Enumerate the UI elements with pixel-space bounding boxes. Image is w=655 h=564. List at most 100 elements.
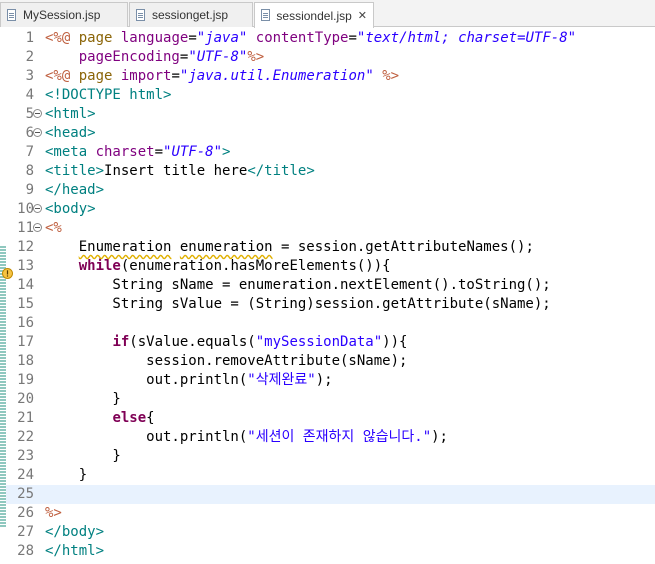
code-token: )){ (382, 334, 408, 350)
code-line[interactable]: 11 <% (0, 219, 655, 238)
code-line[interactable]: 10 <body> (0, 200, 655, 219)
code-line[interactable]: 17 if(sValue.equals("mySessionData")){ (0, 333, 655, 352)
code-token: "mySessionData" (255, 334, 383, 350)
fold-collapse-icon[interactable] (33, 204, 42, 213)
code-text: </html> (45, 542, 104, 561)
code-line[interactable]: 13 while(enumeration.hasMoreElements()){ (0, 257, 655, 276)
code-token: = (171, 68, 180, 84)
code-text: else{ (45, 409, 154, 428)
code-line[interactable]: 7 <meta charset="UTF-8"> (0, 143, 655, 162)
code-line[interactable]: 2 pageEncoding="UTF-8"%> (0, 48, 655, 67)
code-line[interactable]: 3 <%@ page import="java.util.Enumeration"… (0, 67, 655, 86)
code-token: <%@ (45, 68, 79, 84)
code-text: pageEncoding="UTF-8"%> (45, 48, 264, 67)
code-text: } (45, 447, 120, 466)
code-token: Enumeration (78, 239, 172, 255)
code-token: String sValue = (String)session.getAttri… (45, 296, 551, 312)
code-text: </body> (45, 523, 104, 542)
line-number: 6 (25, 125, 34, 141)
code-line[interactable]: 8 <title>Insert title here</title> (0, 162, 655, 181)
code-token: session.removeAttribute(sName); (45, 353, 408, 369)
code-line[interactable]: 1 <%@ page language="java" contentType="t… (0, 29, 655, 48)
code-token: language (120, 30, 189, 46)
code-line[interactable]: 4 <!DOCTYPE html> (0, 86, 655, 105)
line-number: 10 (17, 201, 34, 217)
code-line[interactable]: 19 out.println("삭제완료"); (0, 371, 655, 390)
line-number: 7 (25, 144, 34, 160)
code-token: "세션이 존재하지 않습니다." (247, 429, 432, 445)
code-token: %> (247, 49, 265, 65)
code-token: </head> (45, 182, 105, 198)
code-token: </html> (45, 543, 105, 559)
code-line[interactable]: 16 (0, 314, 655, 333)
code-line[interactable]: 14 String sName = enumeration.nextElemen… (0, 276, 655, 295)
code-token: String sName = enumeration.nextElement()… (45, 277, 551, 293)
fold-collapse-icon[interactable] (33, 223, 42, 232)
line-number: 3 (25, 68, 34, 84)
code-token: = (188, 30, 197, 46)
warning-icon[interactable] (2, 268, 13, 279)
code-text: out.println("세션이 존재하지 않습니다."); (45, 428, 448, 447)
code-token: charset (95, 144, 155, 160)
code-token: } (45, 391, 121, 407)
code-token: = (348, 30, 357, 46)
code-token: <head> (45, 125, 96, 141)
code-line[interactable]: 26 %> (0, 504, 655, 523)
code-text: <html> (45, 105, 96, 124)
jsp-file-icon (259, 9, 271, 22)
tab-sessiondel-jsp[interactable]: sessiondel.jsp ✕ (254, 2, 374, 28)
code-text: out.println("삭제완료"); (45, 371, 332, 390)
code-line[interactable]: 21 else{ (0, 409, 655, 428)
change-ruler (0, 246, 6, 528)
code-editor[interactable]: 28 </html> 27 </body> 26 %> 25 24 } 23 } 22 out.p… (0, 28, 655, 564)
code-line[interactable]: 23 } (0, 447, 655, 466)
code-line[interactable]: 20 } (0, 390, 655, 409)
code-token: else (112, 410, 147, 426)
close-icon[interactable]: ✕ (358, 9, 367, 22)
code-line[interactable]: 5 <html> (0, 105, 655, 124)
code-line[interactable]: 9 </head> (0, 181, 655, 200)
code-token: %> (45, 505, 62, 521)
code-text: } (45, 390, 121, 409)
code-line[interactable]: 27 </body> (0, 523, 655, 542)
code-token: <!DOCTYPE html> (45, 87, 172, 103)
code-line[interactable]: 15 String sValue = (String)session.getAt… (0, 295, 655, 314)
code-text: <head> (45, 124, 96, 143)
code-token: import (120, 68, 172, 84)
code-token: = (154, 144, 164, 160)
code-text: </head> (45, 181, 104, 200)
code-token: "java" (196, 30, 248, 46)
code-line[interactable]: 24 } (0, 466, 655, 485)
code-text: %> (45, 504, 62, 523)
code-token: (sValue.equals( (129, 334, 256, 350)
code-text: String sValue = (String)session.getAttri… (45, 295, 551, 314)
code-token: enumeration (179, 239, 273, 255)
code-line[interactable]: 28 </html> (0, 542, 655, 561)
fold-collapse-icon[interactable] (33, 128, 42, 137)
tab-sessionget-jsp[interactable]: sessionget.jsp (129, 2, 253, 27)
code-text: session.removeAttribute(sName); (45, 352, 407, 371)
tab-mysession-jsp[interactable]: MySession.jsp (0, 2, 128, 27)
code-line[interactable]: 6 <head> (0, 124, 655, 143)
tab-label: sessiondel.jsp (276, 8, 352, 23)
code-token: "text/html; charset=UTF-8" (356, 30, 577, 46)
tab-label: MySession.jsp (23, 8, 101, 22)
code-line[interactable]: 18 session.removeAttribute(sName); (0, 352, 655, 371)
code-line[interactable]: 22 out.println("세션이 존재하지 않습니다."); (0, 428, 655, 447)
code-line[interactable]: 25 (0, 485, 655, 504)
code-token: page (78, 30, 121, 46)
jsp-file-icon (134, 8, 147, 22)
code-line[interactable]: 12 Enumeration enumeration = session.get… (0, 238, 655, 257)
line-number: 9 (25, 182, 34, 198)
code-text: <%@ page language="java" contentType="te… (45, 29, 576, 48)
code-text: while(enumeration.hasMoreElements()){ (45, 257, 391, 276)
code-text: <body> (45, 200, 96, 219)
code-token: out.println( (45, 372, 248, 388)
fold-collapse-icon[interactable] (33, 109, 42, 118)
jsp-file-icon (5, 8, 18, 22)
code-token: </title> (247, 163, 315, 179)
